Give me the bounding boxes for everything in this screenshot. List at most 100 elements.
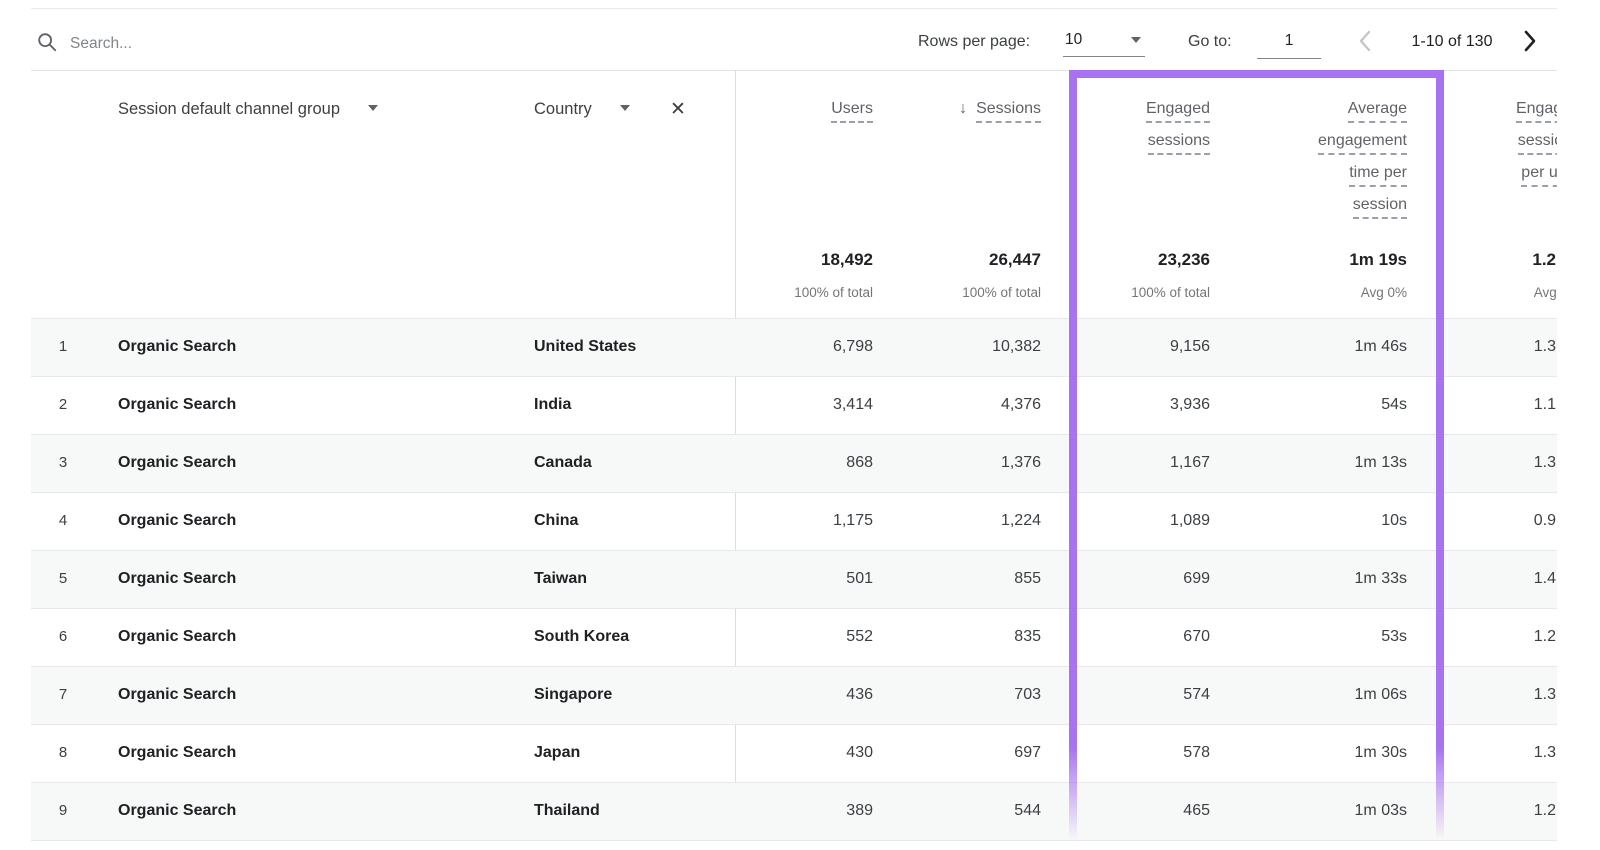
cell-row-number: 4	[48, 492, 78, 550]
cell-channel-group: Organic Search	[118, 376, 236, 434]
cell-sessions: 1,376	[861, 434, 1041, 492]
channel-group-dimension-dropdown[interactable]: Session default channel group	[118, 96, 378, 123]
column-header-users[interactable]: Users	[693, 70, 873, 130]
cell-country: United States	[534, 318, 636, 376]
cell-channel-group: Organic Search	[118, 782, 236, 840]
cell-row-number: 2	[48, 376, 78, 434]
table-row: 2Organic SearchIndia3,4144,3763,93654s1.…	[0, 376, 1600, 434]
column-header-line: Users	[693, 98, 873, 130]
cell-channel-group: Organic Search	[118, 492, 236, 550]
cell-row-number: 5	[48, 550, 78, 608]
right-clip-mask	[1557, 71, 1600, 850]
engaged-sessions-total-subtext: 100% of total	[1030, 284, 1210, 301]
cell-sessions: 4,376	[861, 376, 1041, 434]
users-total: 18,492	[693, 248, 873, 272]
cell-users: 3,414	[693, 376, 873, 434]
chevron-down-icon	[368, 105, 378, 111]
cell-sessions: 855	[861, 550, 1041, 608]
cell-channel-group: Organic Search	[118, 434, 236, 492]
cell-engaged: 9,156	[1030, 318, 1210, 376]
go-to-label: Go to:	[1188, 22, 1232, 62]
rows-per-page-label: Rows per page:	[918, 22, 1030, 62]
rows-per-page-value: 10	[1065, 31, 1082, 49]
cell-users: 389	[693, 782, 873, 840]
avg-engagement-time-per-session-label[interactable]: session	[1353, 194, 1407, 219]
cell-channel-group: Organic Search	[118, 550, 236, 608]
search-icon	[36, 31, 58, 53]
cell-per-user: 1.4	[1316, 550, 1556, 608]
cell-engaged: 578	[1030, 724, 1210, 782]
column-header-line: sessions	[1340, 130, 1580, 162]
cell-users: 868	[693, 434, 873, 492]
cell-per-user: 1.1	[1316, 376, 1556, 434]
cell-row-number: 6	[48, 608, 78, 666]
column-header-line: per user	[1340, 162, 1580, 194]
cell-country: India	[534, 376, 571, 434]
table-bottom-border	[31, 840, 1557, 841]
table-row: 9Organic SearchThailand3895444651m 03s1.…	[0, 782, 1600, 840]
cell-sessions: 835	[861, 608, 1041, 666]
cell-users: 552	[693, 608, 873, 666]
cell-country: Canada	[534, 434, 592, 492]
column-header-line: Sessions	[861, 98, 1041, 130]
search-input[interactable]	[68, 27, 472, 61]
sessions-total-subtext: 100% of total	[861, 284, 1041, 301]
cell-per-user: 1.3	[1316, 434, 1556, 492]
cell-country: Thailand	[534, 782, 600, 840]
cell-users: 430	[693, 724, 873, 782]
cell-channel-group: Organic Search	[118, 608, 236, 666]
column-header-sessions[interactable]: Sessions	[861, 70, 1041, 130]
rows-per-page-select[interactable]: 10	[1063, 24, 1145, 57]
cell-country: China	[534, 492, 578, 550]
engaged-sessions-per-user-total: 1.2	[1316, 248, 1556, 272]
cell-country: South Korea	[534, 608, 629, 666]
remove-dimension-icon[interactable]	[670, 96, 686, 123]
cell-users: 6,798	[693, 318, 873, 376]
country-dimension-dropdown[interactable]: Country	[534, 96, 630, 123]
previous-page-icon[interactable]	[1358, 30, 1372, 52]
chevron-down-icon	[1131, 37, 1141, 43]
cell-per-user: 1.3	[1316, 724, 1556, 782]
cell-sessions: 544	[861, 782, 1041, 840]
table-row: 3Organic SearchCanada8681,3761,1671m 13s…	[0, 434, 1600, 492]
cell-engaged: 3,936	[1030, 376, 1210, 434]
cell-country: Taiwan	[534, 550, 587, 608]
column-header-line: sessions	[1030, 130, 1210, 162]
cell-users: 501	[693, 550, 873, 608]
cell-per-user: 1.2	[1316, 782, 1556, 840]
table-row: 6Organic SearchSouth Korea55283567053s1.…	[0, 608, 1600, 666]
cell-sessions: 10,382	[861, 318, 1041, 376]
country-dimension-label: Country	[534, 100, 592, 118]
table-row: 7Organic SearchSingapore4367035741m 06s1…	[0, 666, 1600, 724]
users-total-subtext: 100% of total	[693, 284, 873, 301]
cell-per-user: 1.3	[1316, 318, 1556, 376]
cell-sessions: 697	[861, 724, 1041, 782]
channel-group-dimension-label: Session default channel group	[118, 100, 340, 118]
cell-engaged: 670	[1030, 608, 1210, 666]
table-row: 1 Organic Search United States 6,79810,3829…	[0, 318, 1600, 376]
cell-channel-group: Organic Search	[118, 724, 236, 782]
column-header-line: session	[1197, 194, 1407, 226]
column-header-engaged-sessions[interactable]: Engagedsessions	[1030, 70, 1210, 162]
column-header-engaged-sessions-per-user[interactable]: Engagedsessionsper user	[1340, 70, 1580, 194]
column-header-line: Engaged	[1340, 98, 1580, 130]
cell-channel-group: Organic Search	[118, 318, 236, 376]
table-row: 8Organic SearchJapan4306975781m 30s1.3	[0, 724, 1600, 782]
next-page-icon[interactable]	[1523, 30, 1537, 52]
cell-channel-group: Organic Search	[118, 666, 236, 724]
cell-row-number: 8	[48, 724, 78, 782]
cell-row-number: 7	[48, 666, 78, 724]
cell-per-user: 1.3	[1316, 666, 1556, 724]
cell-row-number: 9	[48, 782, 78, 840]
cell-engaged: 1,167	[1030, 434, 1210, 492]
cell-row-number: 1	[48, 318, 78, 376]
cell-country: Japan	[534, 724, 580, 782]
go-to-page-input[interactable]	[1257, 24, 1321, 59]
cell-engaged: 465	[1030, 782, 1210, 840]
table-row: 5Organic SearchTaiwan5018556991m 33s1.4	[0, 550, 1600, 608]
cell-users: 1,175	[693, 492, 873, 550]
sort-descending-icon	[959, 100, 967, 117]
cell-per-user: 0.9	[1316, 492, 1556, 550]
column-header-line: Engaged	[1030, 98, 1210, 130]
sessions-total: 26,447	[861, 248, 1041, 272]
